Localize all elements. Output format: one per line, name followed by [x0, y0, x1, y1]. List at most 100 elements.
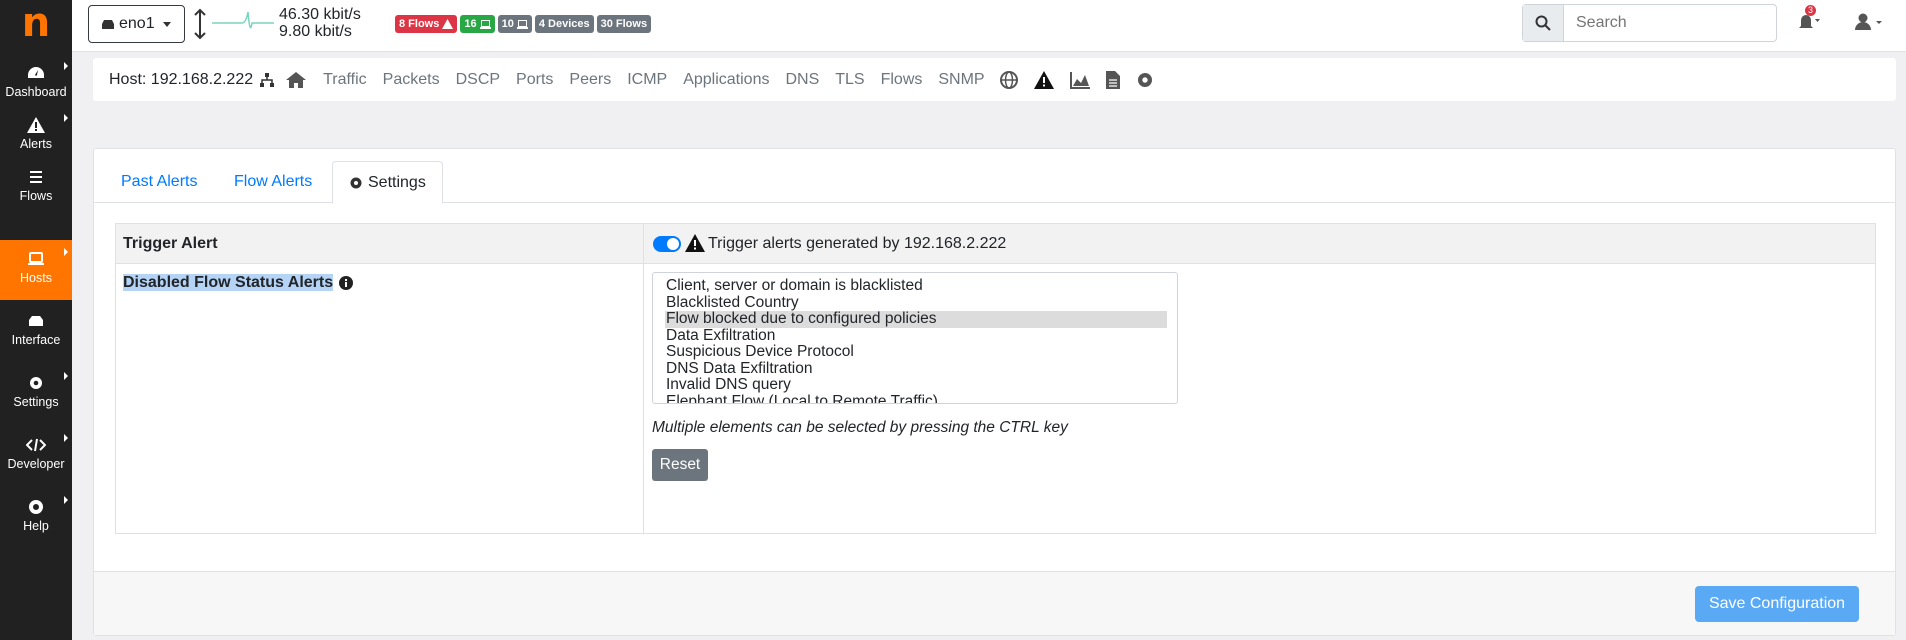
- gear-icon: [30, 377, 42, 389]
- traffic-rates: 46.30 kbit/s 9.80 kbit/s: [279, 6, 361, 40]
- flows-alert-badge[interactable]: 8 Flows: [395, 15, 458, 33]
- warning-icon: [442, 19, 454, 29]
- chevron-down-icon: [162, 21, 171, 27]
- tab-bar: Past Alerts Flow Alerts Settings: [94, 161, 1895, 204]
- sidebar-item-label: Hosts: [20, 271, 52, 285]
- sidebar-item-alerts[interactable]: Alerts: [0, 106, 72, 166]
- interface-selector[interactable]: eno1: [88, 5, 185, 43]
- alerts-settings-card: Past Alerts Flow Alerts Settings Trigger…: [93, 148, 1896, 636]
- list-item[interactable]: Data Exfiltration: [665, 327, 1167, 345]
- nav-peers[interactable]: Peers: [569, 71, 611, 89]
- trigger-alert-label: Trigger Alert: [123, 235, 218, 252]
- card-footer: Save Configuration: [94, 571, 1895, 635]
- save-configuration-button[interactable]: Save Configuration: [1695, 586, 1859, 622]
- remote-hosts-badge[interactable]: 10: [497, 15, 532, 33]
- tab-settings[interactable]: Settings: [332, 161, 443, 204]
- reset-button[interactable]: Reset: [652, 449, 708, 481]
- nav-snmp[interactable]: SNMP: [938, 71, 984, 89]
- list-icon: [30, 171, 42, 183]
- nav-traffic[interactable]: Traffic: [323, 71, 367, 89]
- search-box: [1522, 4, 1777, 42]
- settings-table: Trigger Alert Trigger alerts generated b…: [115, 223, 1876, 534]
- local-hosts-badge[interactable]: 16: [460, 15, 495, 33]
- nav-packets[interactable]: Packets: [383, 71, 440, 89]
- list-item-selected[interactable]: Flow blocked due to configured policies: [665, 310, 1167, 328]
- sidebar-item-developer[interactable]: Developer: [0, 426, 72, 486]
- list-item[interactable]: Blacklisted Country: [665, 294, 1167, 312]
- search-input[interactable]: [1564, 5, 1774, 41]
- search-button[interactable]: [1523, 5, 1564, 41]
- list-item[interactable]: Invalid DNS query: [665, 376, 1167, 394]
- sidebar-item-dashboard[interactable]: Dashboard: [0, 54, 72, 114]
- sidebar-item-label: Flows: [19, 189, 53, 203]
- tab-flow-alerts[interactable]: Flow Alerts: [218, 161, 328, 203]
- lifering-icon: [29, 500, 43, 514]
- document-icon[interactable]: [1105, 70, 1121, 90]
- devices-badge[interactable]: 4 Devices: [534, 15, 594, 33]
- traffic-sparkline: [212, 11, 274, 29]
- area-chart-icon[interactable]: [1069, 71, 1091, 89]
- globe-icon[interactable]: [999, 70, 1019, 90]
- host-navbar: Host: 192.168.2.222 Traffic Packets DSCP…: [93, 58, 1896, 101]
- ethernet-icon: [29, 316, 43, 326]
- sitemap-icon[interactable]: [259, 72, 275, 88]
- nav-icmp[interactable]: ICMP: [627, 71, 667, 89]
- nav-applications[interactable]: Applications: [683, 71, 769, 89]
- traffic-download: 9.80 kbit/s: [279, 23, 352, 40]
- laptop-icon: [28, 252, 44, 265]
- list-item[interactable]: Elephant Flow (Local to Remote Traffic): [665, 393, 1167, 403]
- tab-past-alerts[interactable]: Past Alerts: [105, 161, 213, 203]
- nav-flows[interactable]: Flows: [881, 71, 923, 89]
- table-row: Trigger Alert Trigger alerts generated b…: [116, 224, 1875, 264]
- multiselect-hint: Multiple elements can be selected by pre…: [652, 419, 1068, 436]
- list-item[interactable]: Client, server or domain is blacklisted: [665, 277, 1167, 295]
- warning-icon: [685, 234, 705, 252]
- nav-tls[interactable]: TLS: [835, 71, 864, 89]
- sidebar-item-flows[interactable]: Flows: [0, 158, 72, 218]
- status-badges: 8 Flows 16 10 4 Devices 30 Flows: [395, 15, 652, 33]
- laptop-icon: [516, 19, 528, 29]
- flows-badge[interactable]: 30 Flows: [596, 15, 652, 33]
- warning-icon: [27, 117, 45, 133]
- notifications-button[interactable]: 3: [1794, 5, 1820, 35]
- user-icon: [1855, 13, 1882, 30]
- sidebar-item-hosts[interactable]: Hosts: [0, 240, 72, 300]
- host-title: Host: 192.168.2.222: [109, 70, 254, 88]
- notification-count: 3: [1805, 5, 1817, 16]
- sidebar: n Dashboard Alerts Flows Hosts Interface…: [0, 0, 72, 640]
- list-item[interactable]: DNS Data Exfiltration: [665, 360, 1167, 378]
- flow-status-multiselect[interactable]: Client, server or domain is blacklisted …: [652, 272, 1178, 404]
- search-icon: [1535, 15, 1551, 31]
- top-navbar: eno1 46.30 kbit/s 9.80 kbit/s 8 Flows 16…: [72, 0, 1906, 52]
- list-item[interactable]: Suspicious Device Protocol: [665, 343, 1167, 361]
- user-menu-button[interactable]: [1854, 12, 1884, 37]
- sidebar-item-label: Developer: [7, 457, 65, 471]
- info-icon[interactable]: [338, 275, 354, 291]
- sidebar-item-label: Dashboard: [5, 85, 67, 99]
- traffic-upload: 46.30 kbit/s: [279, 6, 361, 23]
- sidebar-item-label: Interface: [11, 333, 61, 347]
- sidebar-item-settings[interactable]: Settings: [0, 364, 72, 424]
- sidebar-item-help[interactable]: Help: [0, 488, 72, 548]
- trigger-alert-toggle[interactable]: [653, 236, 681, 252]
- interface-name: eno1: [119, 15, 155, 32]
- sidebar-item-interface[interactable]: Interface: [0, 302, 72, 362]
- nav-dns[interactable]: DNS: [785, 71, 819, 89]
- sidebar-item-label: Help: [23, 519, 49, 533]
- disabled-flow-status-label: Disabled Flow Status Alerts: [123, 274, 334, 291]
- sidebar-item-label: Alerts: [20, 137, 52, 151]
- dashboard-icon: [28, 67, 44, 78]
- code-icon: [26, 438, 46, 452]
- ethernet-icon: [102, 20, 114, 29]
- trigger-alert-description: Trigger alerts generated by 192.168.2.22…: [708, 235, 1007, 252]
- updown-arrows-icon: [194, 8, 206, 40]
- nav-ports[interactable]: Ports: [516, 71, 553, 89]
- tab-label: Settings: [368, 173, 426, 191]
- ntopng-logo[interactable]: n: [0, 0, 72, 46]
- gear-icon[interactable]: [1135, 70, 1155, 90]
- laptop-icon: [479, 19, 491, 29]
- sidebar-item-label: Settings: [13, 395, 59, 409]
- nav-dscp[interactable]: DSCP: [456, 71, 500, 89]
- warning-icon[interactable]: [1033, 70, 1055, 90]
- home-icon[interactable]: [285, 71, 307, 89]
